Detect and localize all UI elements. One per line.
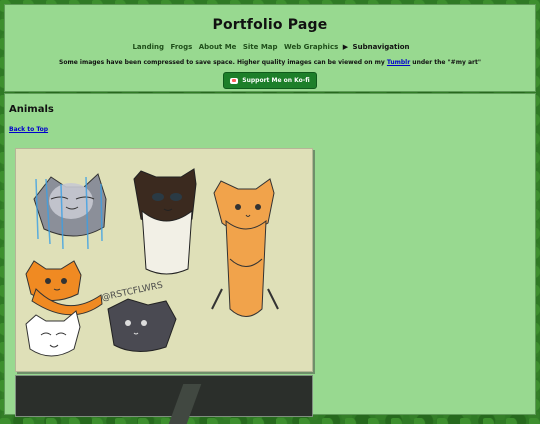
orange-lying-cat-figure [25,260,103,316]
orange-standing-cat-figure [211,178,279,317]
nav-subnavigation[interactable]: Subnavigation [353,43,410,51]
cats-illustration [25,168,279,357]
compression-note: Some images have been compressed to save… [5,59,535,66]
note-suffix: under the "#my art" [412,59,481,66]
white-cat-figure [25,310,81,357]
dark-gray-cat-figure [107,298,177,352]
content-panel: Animals Back to Top @RSTCFLWRS [4,93,536,424]
gray-cat-figure [33,173,107,250]
nav-frogs[interactable]: Frogs [170,43,192,51]
artwork-next-preview[interactable] [15,375,313,424]
tumblr-link[interactable]: Tumblr [387,59,410,66]
nav-about-me[interactable]: About Me [199,43,237,51]
header-panel: Portfolio Page Landing Frogs About Me Si… [4,4,536,92]
section-title: Animals [9,104,54,115]
art-stroke [168,384,202,424]
nav-site-map[interactable]: Site Map [243,43,278,51]
artwork-animals[interactable]: @RSTCFLWRS [15,148,313,372]
kofi-label: Support Me on Ko-fi [242,77,310,84]
top-nav: Landing Frogs About Me Site Map Web Grap… [5,43,535,51]
black-white-cat-figure [133,168,197,275]
kofi-button[interactable]: Support Me on Ko-fi [223,72,317,89]
back-to-top-link[interactable]: Back to Top [9,126,48,133]
play-triangle-icon: ▶ [342,43,349,51]
nav-web-graphics[interactable]: Web Graphics [284,43,338,51]
note-prefix: Some images have been compressed to save… [59,59,385,66]
coffee-cup-icon [230,77,239,84]
nav-landing[interactable]: Landing [132,43,164,51]
page-title: Portfolio Page [212,17,328,33]
